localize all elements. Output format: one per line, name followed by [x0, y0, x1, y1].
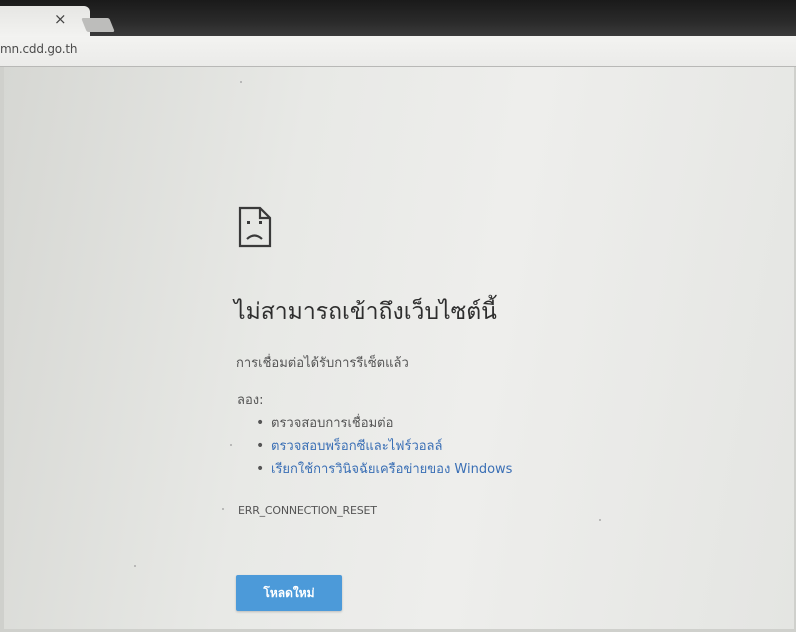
screen-speck [230, 444, 232, 446]
suggestion-check-proxy-link[interactable]: ตรวจสอบพร็อกซีและไฟร์วอลล์ [256, 435, 512, 458]
suggestion-list: ตรวจสอบการเชื่อมต่อ ตรวจสอบพร็อกซีและไฟร… [256, 412, 512, 481]
suggestion-check-connection: ตรวจสอบการเชื่อมต่อ [256, 412, 512, 435]
address-bar[interactable]: mn.cdd.go.th [0, 36, 796, 67]
try-label: ลอง: [237, 393, 264, 408]
reload-button[interactable]: โหลดใหม่ [236, 575, 342, 611]
error-subtitle: การเชื่อมต่อได้รับการรีเซ็ตแล้ว [236, 356, 409, 371]
error-title: ไม่สามารถเข้าถึงเว็บไซต์นี้ [234, 299, 497, 325]
new-tab-button[interactable] [81, 18, 115, 32]
sad-page-icon [238, 206, 272, 248]
browser-tab[interactable]: × [0, 6, 90, 36]
tab-strip: × [0, 0, 796, 36]
address-bar-url[interactable]: mn.cdd.go.th [0, 42, 77, 56]
suggestion-run-diagnostics-link[interactable]: เรียกใช้การวินิจฉัยเครือข่ายของ Windows [256, 458, 512, 481]
error-page: ไม่สามารถเข้าถึงเว็บไซต์นี้ การเชื่อมต่อ… [4, 67, 794, 629]
screen-speck [222, 508, 224, 510]
tab-close-icon[interactable]: × [54, 10, 67, 28]
screen-speck [240, 81, 242, 83]
screen-speck [599, 519, 601, 521]
error-code: ERR_CONNECTION_RESET [238, 504, 377, 517]
screen-speck [134, 565, 136, 567]
